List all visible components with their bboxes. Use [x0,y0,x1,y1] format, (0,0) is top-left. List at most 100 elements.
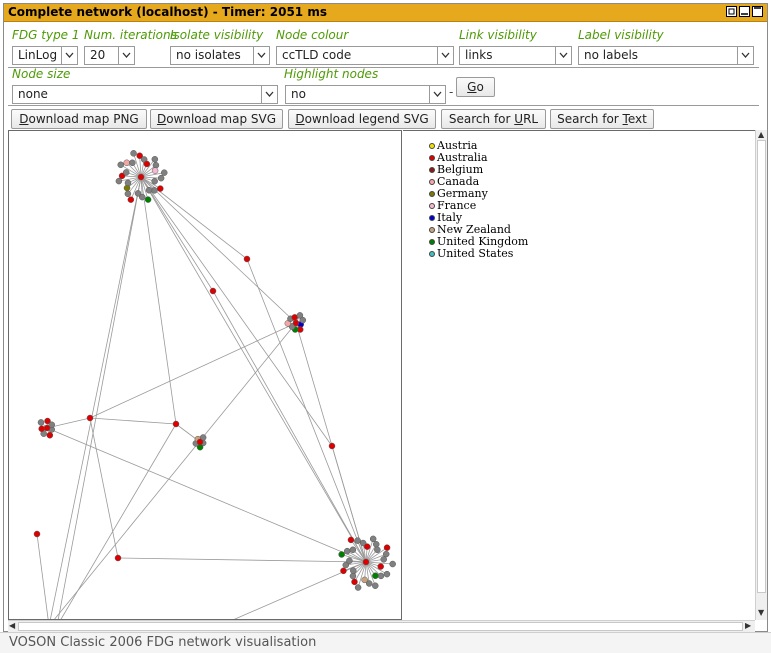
graph-node [87,415,93,421]
scroll-down-icon[interactable]: ▼ [758,608,764,618]
graph-node [339,551,345,557]
graph-node [47,432,53,438]
graph-node [373,541,379,547]
link-visibility-label: Link visibility [459,28,537,42]
iterations-select[interactable]: 20 [84,46,135,65]
chevron-down-icon [737,47,753,64]
highlight-select[interactable]: no [285,85,446,104]
graph-node [157,186,163,192]
graph-node [390,561,396,567]
graph-node [344,548,350,554]
graph-node [145,197,151,203]
status-bar: VOSON Classic 2006 FDG network visualisa… [0,632,771,653]
chevron-down-icon [118,47,134,64]
go-button[interactable]: Go [456,77,495,97]
horizontal-scrollbar[interactable]: ◀ ▶ [8,620,755,632]
graph-edge [57,424,176,619]
graph-node [152,178,158,184]
network-graph[interactable] [9,131,401,619]
node-size-select[interactable]: none [12,85,278,104]
graph-node [348,537,354,543]
graph-node [374,547,380,553]
label-visibility-label: Label visibility [578,28,664,42]
iterations-label: Num. iterations [84,28,177,42]
scroll-right-icon[interactable]: ▶ [745,621,751,631]
download-map-png-button[interactable]: Download map PNG [11,109,147,129]
restore-icon[interactable] [726,6,737,17]
graph-edge [90,323,296,418]
graph-node [138,174,144,180]
graph-node [124,160,130,166]
window-title: Complete network (localhost) - Timer: 20… [8,5,327,19]
legend-item: United States [429,248,513,260]
legend-swatch [429,143,435,149]
graph-node [362,577,368,583]
graph-node [197,439,203,445]
graph-node [125,180,131,186]
scroll-up-icon[interactable]: ▲ [758,130,764,140]
search-url-button[interactable]: Search for URL [441,109,546,129]
fdg-type-label: FDG type 1 [12,28,80,42]
node-colour-select[interactable]: ccTLD code [276,46,454,65]
legend-swatch [429,155,435,161]
chevron-down-icon [61,47,77,64]
graph-node [116,178,122,184]
chevron-down-icon [437,47,453,64]
divider [8,105,759,106]
vertical-scrollbar[interactable]: ▲ ▼ [755,130,767,620]
graph-node [346,558,352,564]
search-text-button[interactable]: Search for Text [550,109,654,129]
window-titlebar[interactable]: Complete network (localhost) - Timer: 20… [4,4,767,22]
legend-swatch [429,179,435,185]
graph-node [161,170,167,176]
graph-node [372,583,378,589]
isolates-label: Isolate visibility [170,28,263,42]
graph-node [131,150,137,156]
graph-edge [141,177,366,562]
link-visibility-select[interactable]: links [459,46,572,65]
graph-node [153,162,159,168]
graph-node [38,419,44,425]
graph-edge [49,177,141,619]
status-text: VOSON Classic 2006 FDG network visualisa… [9,635,316,650]
isolates-select[interactable]: no isolates [170,46,270,65]
graph-node [372,573,378,579]
fdg-type-select[interactable]: LinLog [12,46,78,65]
graph-node [118,162,124,168]
node-size-label: Node size [12,67,70,81]
graph-edge [37,534,49,619]
graph-node [381,556,387,562]
legend-swatch [429,239,435,245]
graph-edge [141,177,176,424]
network-graph-canvas[interactable] [8,130,402,620]
vertical-scroll-thumb[interactable] [757,140,766,593]
label-visibility-select[interactable]: no labels [578,46,754,65]
graph-node [350,568,356,574]
maximize-icon[interactable] [752,6,763,17]
graph-edge [47,428,366,562]
graph-node [44,425,50,431]
chevron-down-icon [555,47,571,64]
scroll-left-icon[interactable]: ◀ [9,621,15,631]
horizontal-scroll-thumb[interactable] [18,622,743,631]
legend-swatch [429,215,435,221]
graph-node [340,568,346,574]
graph-node [363,559,369,565]
legend-swatch [429,191,435,197]
graph-node [370,536,376,542]
graph-edge [141,177,332,446]
legend-swatch [429,251,435,257]
controls-panel: FDG type 1 Num. iterations Isolate visib… [4,22,767,130]
graph-edge [57,177,141,619]
minimize-icon[interactable] [739,6,750,17]
graph-node [378,573,384,579]
graph-edge [213,291,366,562]
graph-node [146,187,152,193]
download-map-svg-button[interactable]: Download map SVG [150,109,283,129]
graph-edge [141,177,213,291]
chevron-down-icon [261,86,277,103]
graph-edge [247,259,366,562]
download-legend-svg-button[interactable]: Download legend SVG [288,109,436,129]
legend-swatch [429,227,435,233]
graph-node [378,564,384,570]
